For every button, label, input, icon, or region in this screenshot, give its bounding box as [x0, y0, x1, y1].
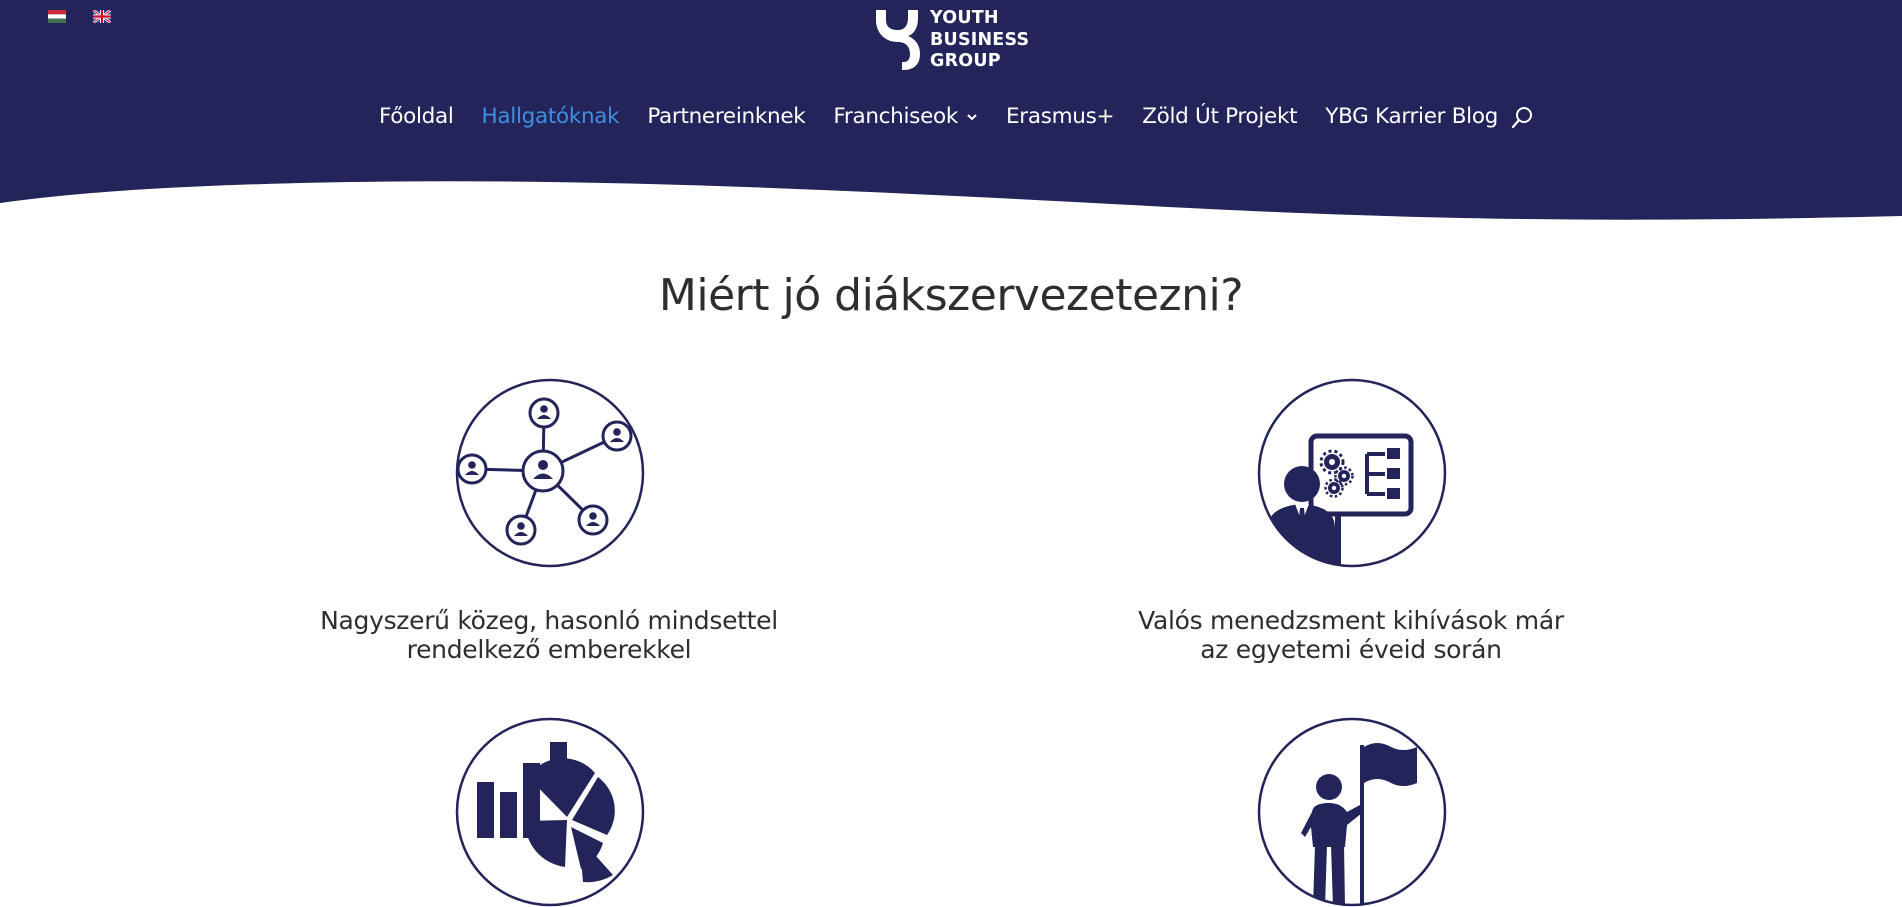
feature-caption-line: Nagyszerű közeg, hasonló mindsettel: [320, 606, 778, 635]
manager-presentation-icon: [1257, 378, 1447, 568]
language-switcher: [48, 10, 111, 23]
english-flag-icon[interactable]: [93, 10, 111, 23]
ybg-logo[interactable]: YOUTH BUSINESS GROUP: [874, 8, 1029, 73]
network-people-icon: [455, 378, 645, 568]
feature-caption: Valós menedzsment kihívások már az egyet…: [1071, 606, 1631, 664]
main-navigation: Főoldal Hallgatóknak Partnereinknek Fran…: [0, 104, 1902, 129]
nav-item-hallgatoknak[interactable]: Hallgatóknak: [482, 104, 620, 129]
feature-caption: Nagyszerű közeg, hasonló mindsettel rend…: [269, 606, 829, 664]
nav-item-franchiseok[interactable]: Franchiseok: [833, 104, 978, 129]
ybg-logo-mark-icon: [876, 10, 920, 70]
charts-icon: [455, 717, 645, 907]
chevron-down-icon: [967, 113, 977, 120]
site-header: YOUTH BUSINESS GROUP Főoldal Hallgatókna…: [0, 0, 1902, 230]
nav-item-ybg-karrier-blog[interactable]: YBG Karrier Blog: [1325, 104, 1498, 129]
nav-item-partnereinknek[interactable]: Partnereinknek: [647, 104, 805, 129]
logo-line-group: GROUP: [930, 51, 1001, 71]
nav-item-fooldal[interactable]: Főoldal: [379, 104, 454, 129]
feature-caption-line: rendelkező emberekkel: [406, 635, 692, 664]
person-flag-icon: [1257, 717, 1447, 907]
nav-item-erasmus[interactable]: Erasmus+: [1006, 104, 1114, 129]
nav-item-franchiseok-label: Franchiseok: [833, 104, 959, 129]
search-icon[interactable]: [1510, 105, 1534, 129]
feature-caption-line: az egyetemi éveid során: [1200, 635, 1502, 664]
logo-line-youth: YOUTH: [930, 8, 999, 28]
logo-line-business: BUSINESS: [930, 29, 1030, 50]
logo-text: YOUTH BUSINESS GROUP: [930, 8, 1029, 73]
nav-item-zold-ut-projekt[interactable]: Zöld Út Projekt: [1142, 104, 1297, 129]
feature-caption-line: Valós menedzsment kihívások már: [1138, 606, 1564, 635]
hungarian-flag-icon[interactable]: [48, 10, 66, 23]
section-title: Miért jó diákszervezetezni?: [658, 270, 1244, 321]
